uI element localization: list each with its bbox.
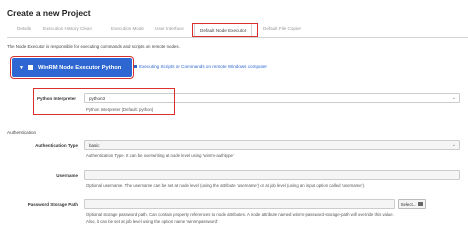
python-interpreter-highlight: [33, 88, 175, 115]
tab-user-interface[interactable]: User Interface: [155, 26, 184, 31]
plugin-select-button[interactable]: ▼ WinRM Node Executor Python: [10, 56, 134, 79]
tab-execution-history-clean[interactable]: Execution History Clean: [43, 26, 92, 31]
plugin-description: Executing Scripts or Commands on remote …: [134, 64, 267, 69]
plugin-description-icon: [134, 65, 137, 68]
folder-icon: [418, 202, 424, 206]
chevron-icon: ⌄: [451, 142, 456, 148]
tab-highlight: [192, 23, 258, 37]
caret-down-icon: ▼: [19, 64, 24, 71]
page-title: Create a new Project: [7, 8, 91, 18]
chevron-icon: ⌄: [451, 95, 456, 101]
authentication-type-value: basic: [89, 143, 100, 148]
authentication-type-input[interactable]: basic ⌄: [84, 140, 460, 150]
node-executor-description: The Node Executor is responsible for exe…: [7, 44, 180, 49]
password-storage-path-help-1: Optional storage password path. Can cont…: [86, 212, 394, 217]
tab-details[interactable]: Details: [17, 26, 31, 31]
tab-execution-mode[interactable]: Execution Mode: [111, 26, 144, 31]
plugin-icon: [27, 65, 33, 70]
username-label: Username: [56, 173, 78, 178]
select-storage-label: Select...: [400, 201, 417, 207]
authentication-type-label: Authentication Type: [35, 143, 78, 148]
plugin-name: WinRM Node Executor Python: [37, 64, 122, 71]
tab-default-file-copier[interactable]: Default File Copier: [263, 26, 301, 31]
password-storage-path-input[interactable]: [84, 199, 395, 209]
password-storage-path-label: Password Storage Path: [27, 202, 78, 207]
password-storage-path-help-2: Also, it can be set at job level using t…: [86, 219, 218, 224]
select-storage-button[interactable]: Select...: [398, 199, 426, 209]
plugin-description-text: Executing Scripts or Commands on remote …: [139, 64, 267, 69]
username-input[interactable]: [84, 170, 460, 180]
authentication-type-help: Authentication Type. It can be overwriti…: [86, 153, 234, 158]
username-help: Optional username. The username can be s…: [86, 183, 366, 188]
authentication-section-label: Authentication: [7, 130, 37, 135]
